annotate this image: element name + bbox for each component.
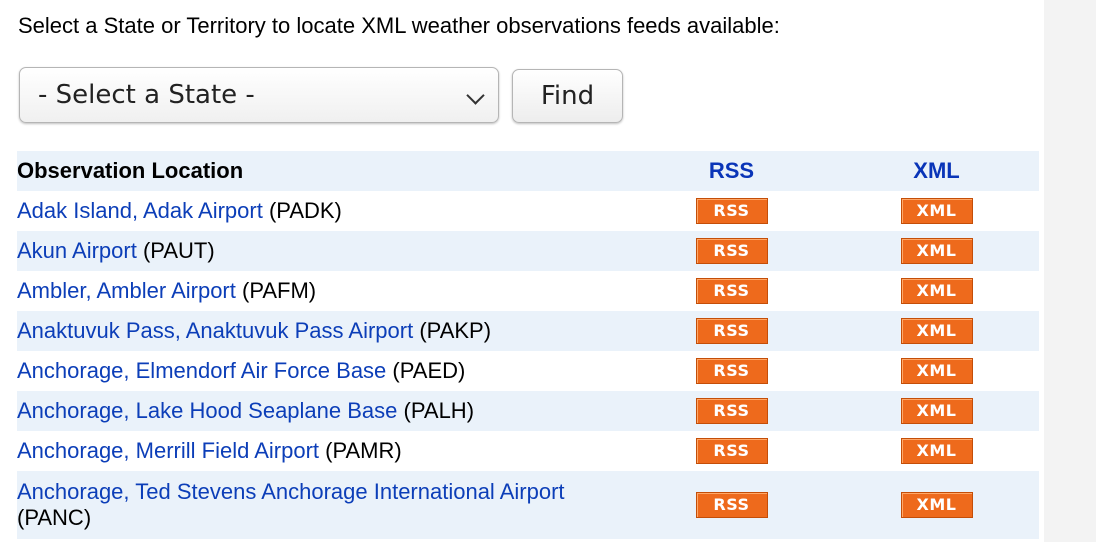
xml-feed-button[interactable]: XML <box>900 492 973 518</box>
header-xml: XML <box>913 158 960 183</box>
xml-feed-button[interactable]: XML <box>900 318 973 344</box>
station-code: (PAED) <box>392 358 466 383</box>
rss-feed-button[interactable]: RSS <box>695 278 768 304</box>
location-link[interactable]: Anchorage, Ted Stevens Anchorage Interna… <box>17 479 565 504</box>
rss-feed-button[interactable]: RSS <box>695 318 768 344</box>
chevron-down-icon <box>466 86 485 105</box>
location-link[interactable]: Akun Airport <box>17 238 137 263</box>
location-cell: Anchorage, Merrill Field Airport (PAMR) <box>17 431 629 471</box>
rss-feed-button[interactable]: RSS <box>695 438 768 464</box>
rss-feed-button[interactable]: RSS <box>695 358 768 384</box>
location-link[interactable]: Adak Island, Adak Airport <box>17 198 263 223</box>
station-code: (PANC) <box>17 505 92 530</box>
state-select[interactable]: - Select a State - <box>19 67 499 123</box>
header-rss: RSS <box>708 158 755 183</box>
right-gutter <box>1044 0 1096 542</box>
rss-feed-button[interactable]: RSS <box>695 398 768 424</box>
location-cell: Anchorage, Ted Stevens Anchorage Interna… <box>17 471 629 539</box>
header-location: Observation Location <box>17 158 244 183</box>
rss-feed-button[interactable]: RSS <box>695 198 768 224</box>
location-cell: Ambler, Ambler Airport (PAFM) <box>17 271 629 311</box>
location-cell: Akun Airport (PAUT) <box>17 231 629 271</box>
location-link[interactable]: Anaktuvuk Pass, Anaktuvuk Pass Airport <box>17 318 413 343</box>
station-code: (PAUT) <box>142 238 215 263</box>
xml-feed-button[interactable]: XML <box>900 278 973 304</box>
location-cell: Anaktuvuk Pass, Anaktuvuk Pass Airport (… <box>17 311 629 351</box>
table-row: Ambler, Ambler Airport (PAFM) RSS XML <box>17 271 1039 311</box>
table-row: Anchorage, Merrill Field Airport (PAMR) … <box>17 431 1039 471</box>
station-code: (PALH) <box>403 398 475 423</box>
xml-feed-button[interactable]: XML <box>900 358 973 384</box>
location-link[interactable]: Anchorage, Merrill Field Airport <box>17 438 319 463</box>
location-link[interactable]: Anchorage, Elmendorf Air Force Base <box>17 358 386 383</box>
location-cell: Adak Island, Adak Airport (PADK) <box>17 191 629 231</box>
xml-feed-button[interactable]: XML <box>900 438 973 464</box>
location-cell: Anchorage, Lake Hood Seaplane Base (PALH… <box>17 391 629 431</box>
table-row: Adak Island, Adak Airport (PADK) RSS XML <box>17 191 1039 231</box>
location-link[interactable]: Ambler, Ambler Airport <box>17 278 236 303</box>
find-button[interactable]: Find <box>512 69 623 123</box>
xml-feed-button[interactable]: XML <box>900 398 973 424</box>
rss-feed-button[interactable]: RSS <box>695 238 768 264</box>
table-header-row: Observation Location RSS XML <box>17 151 1039 191</box>
table-row: Anchorage, Elmendorf Air Force Base (PAE… <box>17 351 1039 391</box>
location-cell: Anchorage, Elmendorf Air Force Base (PAE… <box>17 351 629 391</box>
observations-table: Observation Location RSS XML Adak Island… <box>17 151 1039 539</box>
station-code: (PAKP) <box>419 318 492 343</box>
table-row: Anchorage, Lake Hood Seaplane Base (PALH… <box>17 391 1039 431</box>
table-row: Anchorage, Ted Stevens Anchorage Interna… <box>17 471 1039 539</box>
table-row: Anaktuvuk Pass, Anaktuvuk Pass Airport (… <box>17 311 1039 351</box>
intro-text: Select a State or Territory to locate XM… <box>18 13 780 38</box>
station-code: (PAMR) <box>325 438 402 463</box>
location-link[interactable]: Anchorage, Lake Hood Seaplane Base <box>17 398 397 423</box>
station-code: (PADK) <box>268 198 342 223</box>
xml-feed-button[interactable]: XML <box>900 238 973 264</box>
station-code: (PAFM) <box>242 278 317 303</box>
table-row: Akun Airport (PAUT) RSS XML <box>17 231 1039 271</box>
xml-feed-button[interactable]: XML <box>900 198 973 224</box>
state-select-value: - Select a State - <box>38 80 255 110</box>
rss-feed-button[interactable]: RSS <box>695 492 768 518</box>
